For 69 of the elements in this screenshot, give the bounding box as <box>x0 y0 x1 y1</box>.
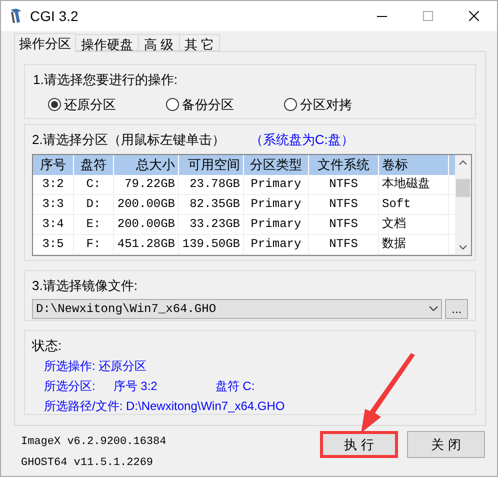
action-button[interactable]: 关 闭 <box>407 431 485 458</box>
image-file-combo[interactable]: D:\Newxitong\Win7_x64.GHO <box>32 298 442 318</box>
status-label: 状态: <box>32 337 62 355</box>
chevron-down-icon <box>429 306 438 311</box>
table-cell: 139.50GB <box>179 234 244 254</box>
column-header[interactable]: 总大小 <box>114 154 179 174</box>
table-cell: Soft <box>379 194 449 214</box>
table-cell: E: <box>74 214 114 234</box>
close-icon <box>469 11 479 21</box>
window-title: CGI 3.2 <box>30 6 78 26</box>
scroll-thumb[interactable] <box>456 178 470 196</box>
status-text: 序号 3:2 <box>113 378 158 394</box>
table-cell: 本地磁盘 <box>379 174 449 194</box>
table-cell: 33.23GB <box>179 214 244 234</box>
version-text: ImageX v6.2.9200.16384 <box>21 435 166 450</box>
table-cell: C: <box>74 174 114 194</box>
table-cell: NTFS <box>309 194 379 214</box>
radio-label[interactable]: 备份分区 <box>182 94 234 114</box>
table-cell: 79.22GB <box>114 174 179 194</box>
table-cell: NTFS <box>309 234 379 254</box>
table-cell: Primary <box>244 214 309 234</box>
app-icon <box>9 8 23 24</box>
column-header[interactable]: 分区类型 <box>244 154 309 174</box>
table-cell: 451.28GB <box>114 234 179 254</box>
tab[interactable]: 高 级 <box>139 34 180 51</box>
table-cell: Primary <box>244 194 309 214</box>
group-label: 2.请选择分区（用鼠标左键单击） <box>32 131 225 149</box>
table-cell: 3:3 <box>33 194 74 214</box>
scrollbar[interactable] <box>455 154 471 254</box>
partition-list[interactable]: 序号 盘符 总大小 可用空间 分区类型 文件系统 卷标 3:2 C: 79.22GB 23.78GB Primary NTFS 本地磁盘 3:3 D: 200.00GB 82.35GB Primary NTFS Soft 3:4 E: 200.00GB 33.23GB Primary NTFS 文档 3:5 F: 451.28GB 139.50GB Primary NTFS 数据 <box>32 154 472 256</box>
table-cell: 3:4 <box>33 214 74 234</box>
status-text: 所选操作: 还原分区 <box>44 358 147 374</box>
radio-button[interactable] <box>48 98 61 111</box>
status-text: 盘符 C: <box>215 378 255 394</box>
table-cell: 3:2 <box>33 174 74 194</box>
column-header[interactable]: 序号 <box>33 154 74 174</box>
column-header[interactable]: 可用空间 <box>179 154 244 174</box>
table-cell: NTFS <box>309 174 379 194</box>
action-button[interactable]: 执 行 <box>320 431 398 458</box>
table-cell: Primary <box>244 234 309 254</box>
radio-button[interactable] <box>166 98 179 111</box>
table-cell: 23.78GB <box>179 174 244 194</box>
browse-button[interactable]: ... <box>445 298 468 318</box>
group-label: 3.请选择镜像文件: <box>32 277 138 295</box>
status-text: 所选分区: <box>44 378 96 394</box>
system-disk-note: （系统盘为C:盘） <box>250 131 354 149</box>
status-text: 所选路径/文件: D:\Newxitong\Win7_x64.GHO <box>44 398 285 414</box>
table-cell: 3:5 <box>33 234 74 254</box>
tab[interactable]: 操作硬盘 <box>76 34 139 51</box>
table-cell: 200.00GB <box>114 214 179 234</box>
version-text: GHOST64 v11.5.1.2269 <box>21 456 154 470</box>
table-cell: 82.35GB <box>179 194 244 214</box>
column-header[interactable]: 文件系统 <box>309 154 379 174</box>
table-cell: F: <box>74 234 114 254</box>
tab[interactable]: 操作分区 <box>14 33 76 52</box>
radio-button[interactable] <box>284 98 297 111</box>
table-cell: NTFS <box>309 214 379 234</box>
table-cell: 200.00GB <box>114 194 179 214</box>
maximize-icon <box>423 11 433 21</box>
table-cell: 文档 <box>379 214 449 234</box>
radio-label[interactable]: 还原分区 <box>64 94 116 114</box>
table-cell: D: <box>74 194 114 214</box>
tab[interactable]: 其 它 <box>180 34 220 51</box>
column-header[interactable]: 卷标 <box>379 154 449 174</box>
radio-label[interactable]: 分区对拷 <box>300 94 352 114</box>
column-header[interactable]: 盘符 <box>74 154 114 174</box>
table-cell: Primary <box>244 174 309 194</box>
table-cell: 数据 <box>379 234 449 254</box>
group-label: 1.请选择您要进行的操作: <box>33 71 178 89</box>
